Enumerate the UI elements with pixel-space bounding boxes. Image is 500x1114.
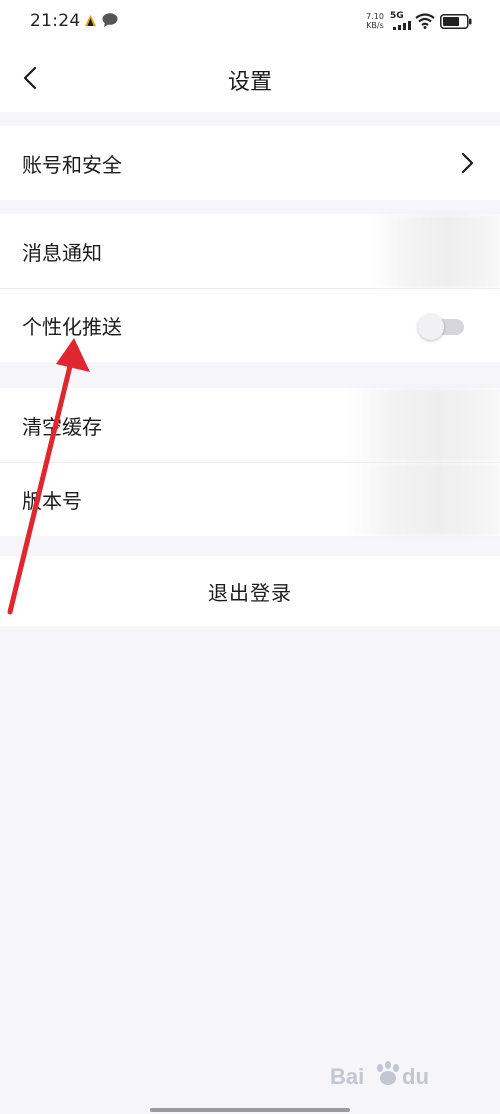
chevron-right-icon — [461, 152, 474, 174]
blurred-region — [346, 463, 500, 536]
account-security-row[interactable]: 账号和安全 — [0, 126, 500, 200]
status-bar: 21:24 7.10 KB/s 5G — [0, 0, 500, 44]
wifi-icon — [415, 13, 435, 29]
account-group: 账号和安全 — [0, 126, 500, 200]
svg-text:du: du — [402, 1064, 429, 1089]
nav-header: 设置 — [0, 44, 500, 112]
personalized-push-toggle[interactable] — [418, 313, 464, 340]
blurred-region — [346, 388, 500, 462]
home-indicator — [150, 1108, 350, 1112]
battery-icon — [440, 14, 472, 29]
status-time: 21:24 — [30, 11, 81, 31]
baidu-paw-icon: Bai du — [330, 1061, 429, 1089]
network-speed-unit: KB/s — [366, 21, 384, 30]
signal-icon — [393, 21, 411, 30]
message-notification-label: 消息通知 — [22, 240, 102, 265]
logout-button[interactable]: 退出登录 — [208, 577, 292, 606]
app-notification-icon — [85, 15, 96, 26]
blurred-region — [372, 214, 500, 288]
toggle-knob — [418, 313, 444, 340]
network-type: 5G — [390, 11, 404, 21]
message-notification-row[interactable]: 消息通知 — [0, 214, 500, 288]
annotation-arrow-icon — [7, 338, 90, 615]
chat-bubble-icon — [102, 13, 118, 27]
network-speed-value: 7.10 — [366, 12, 384, 21]
page-title: 设置 — [227, 70, 272, 95]
account-security-label: 账号和安全 — [22, 152, 122, 177]
svg-text:Bai: Bai — [330, 1064, 364, 1089]
network-speed: 7.10 KB/s — [364, 12, 386, 30]
